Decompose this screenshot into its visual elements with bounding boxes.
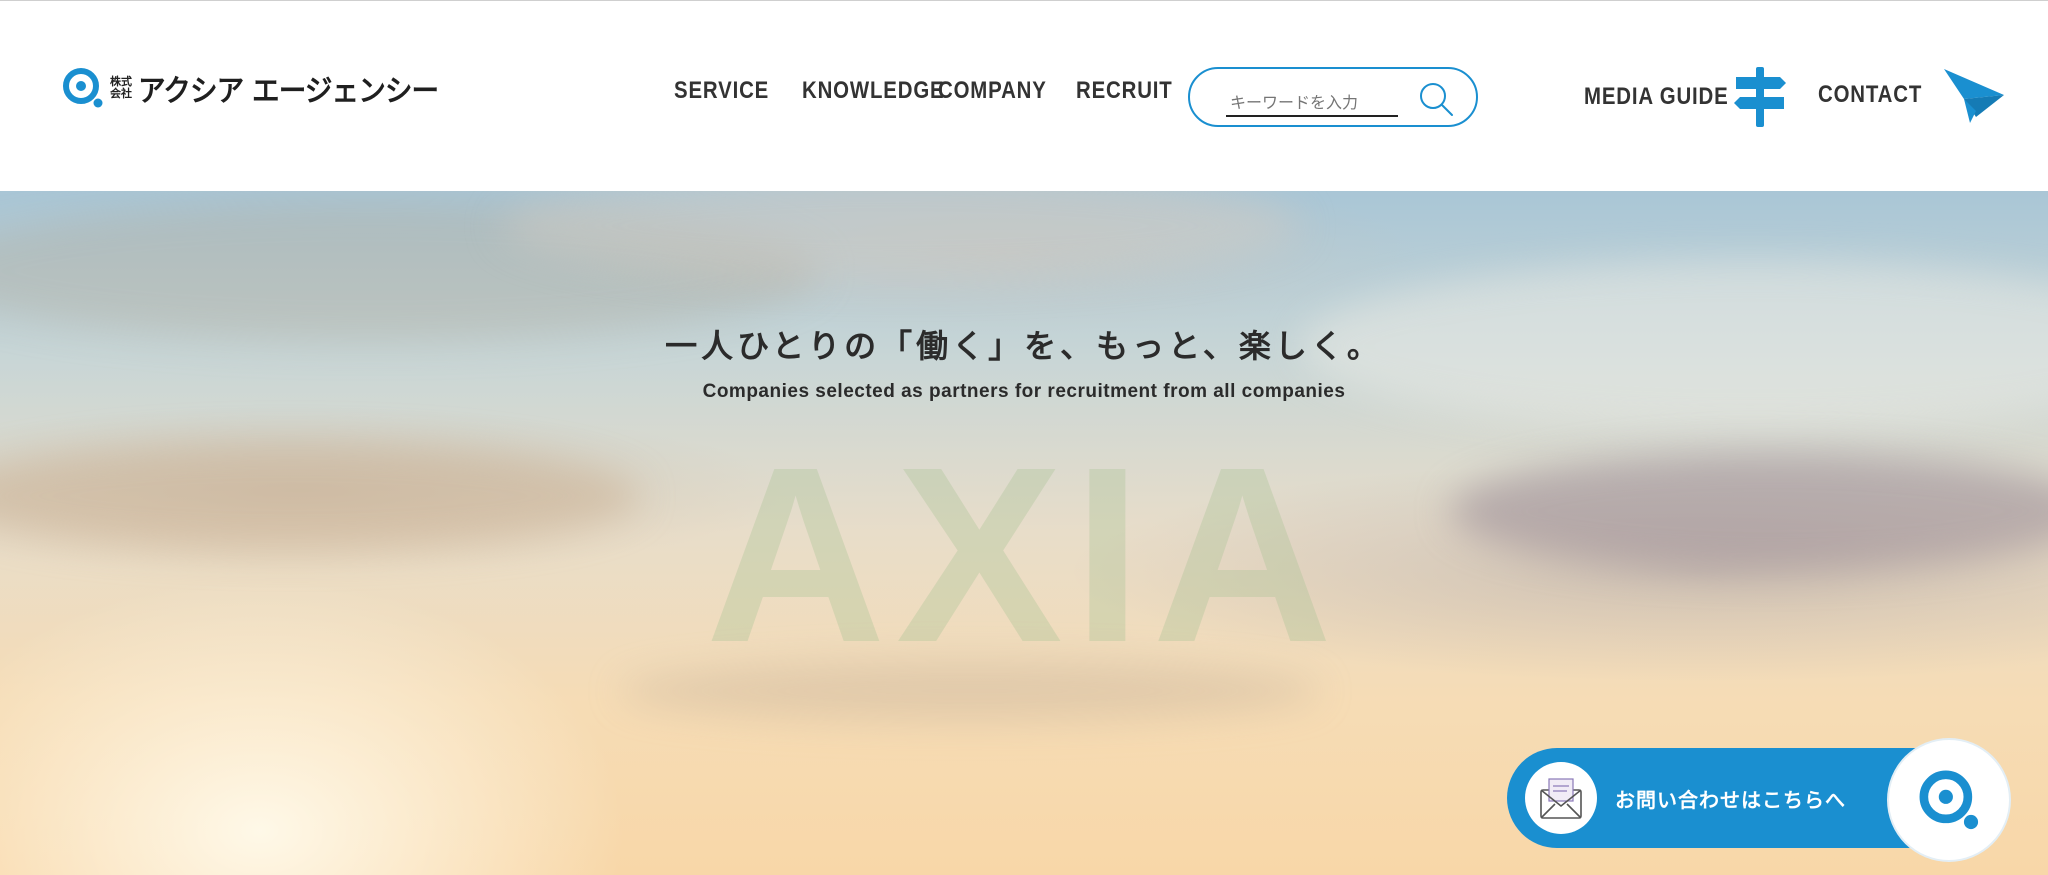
mail-icon-circle [1525,762,1597,834]
hero-title: 一人ひとりの「働く」を、もっと、楽しく。 [665,327,1383,365]
nav-service[interactable]: SERVICE [674,77,768,105]
nav-company[interactable]: COMPANY [938,77,1046,105]
main-nav: SERVICE KNOWLEDGE COMPANY RECRUIT [674,77,1176,105]
site-header: 株式会社 アクシア エージェンシー SERVICE KNOWLEDGE COMP… [0,0,2048,191]
contact-link[interactable]: CONTACT [1818,65,2006,125]
search-input[interactable] [1226,89,1398,117]
search-icon[interactable] [1416,79,1456,119]
mail-icon [1540,778,1582,819]
axia-logo-icon [63,68,103,108]
media-guide-label: MEDIA GUIDE [1584,83,1729,110]
logo-company-name: アクシア エージェンシー [138,74,439,109]
nav-knowledge[interactable]: KNOWLEDGE [802,77,944,105]
site-logo[interactable]: 株式会社 アクシア エージェンシー [62,65,464,111]
logo-company-type: 株式会社 [110,75,132,100]
contact-label: CONTACT [1818,81,1923,108]
paper-plane-icon [1944,69,2004,123]
floating-contact-label: お問い合わせはこちらへ [1615,788,1846,812]
floating-logo-button[interactable] [1889,740,2009,860]
axia-logo-icon [1919,770,1979,830]
hero-banner: 一人ひとりの「働く」を、もっと、楽しく。 Companies selected … [0,191,2048,875]
search-box [1188,67,1478,127]
signpost-icon [1734,67,1786,127]
hero-watermark: AXIA [705,415,1343,694]
nav-recruit[interactable]: RECRUIT [1076,77,1172,105]
media-guide-link[interactable]: MEDIA GUIDE [1584,67,1788,127]
hero-subtitle: Companies selected as partners for recru… [702,381,1346,402]
